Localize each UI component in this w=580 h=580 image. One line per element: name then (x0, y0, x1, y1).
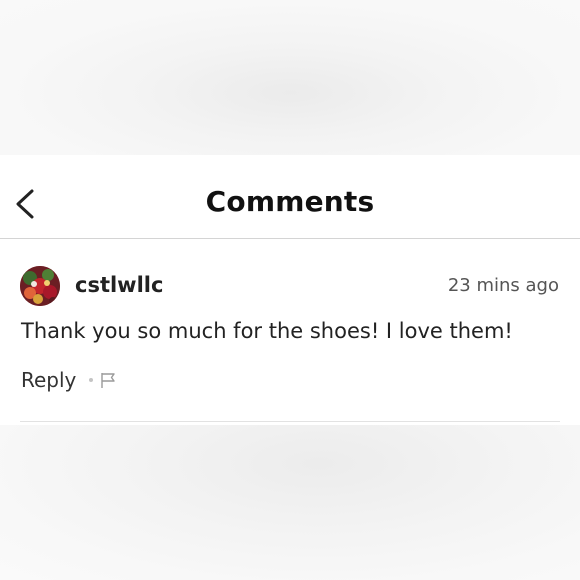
comments-header: Comments (0, 155, 580, 239)
comment-actions: Reply (21, 365, 117, 395)
blurred-background-bottom (0, 425, 580, 580)
comment-timestamp: 23 mins ago (447, 275, 559, 296)
page-title: Comments (205, 185, 375, 218)
avatar-flowers-image (20, 266, 60, 306)
flag-icon (101, 373, 116, 388)
comment-divider (20, 421, 560, 422)
avatar[interactable] (20, 266, 60, 306)
reply-button[interactable]: Reply (21, 368, 76, 392)
blurred-background-top (0, 0, 580, 155)
comment-username[interactable]: cstlwllc (75, 273, 163, 297)
comment-text: Thank you so much for the shoes! I love … (21, 319, 513, 343)
flag-button[interactable] (99, 371, 117, 389)
comment-item: cstlwllc 23 mins ago Thank you so much f… (0, 239, 580, 425)
separator-dot (89, 378, 94, 382)
page: Comments cstlwllc 23 mins ago Thank you … (0, 0, 580, 580)
comments-panel: Comments cstlwllc 23 mins ago Thank you … (0, 155, 580, 425)
